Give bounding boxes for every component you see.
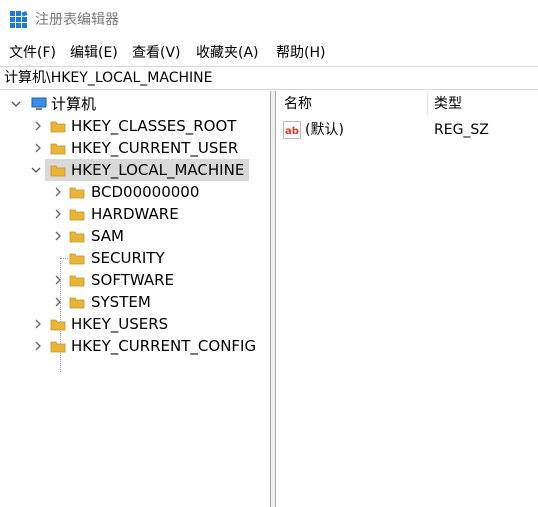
- value-type: REG_SZ: [434, 122, 489, 138]
- folder-icon: [50, 335, 66, 357]
- menu-favorites[interactable]: 收藏夹(A): [194, 43, 261, 63]
- tree-item-label: HKEY_CLASSES_ROOT: [71, 117, 237, 135]
- window-title: 注册表编辑器: [35, 12, 119, 28]
- menu-view[interactable]: 查看(V): [130, 43, 183, 63]
- folder-open-icon: [50, 159, 66, 181]
- tree-item-label: HARDWARE: [91, 205, 179, 223]
- tree-item-bcd00000000[interactable]: BCD00000000: [0, 181, 270, 203]
- svg-text:ab: ab: [285, 126, 299, 137]
- tree-item-label: 计算机: [51, 95, 97, 113]
- chevron-down-icon[interactable]: [30, 159, 42, 181]
- tree-item-label: BCD00000000: [91, 183, 200, 201]
- tree-item-hkey-classes-root[interactable]: HKEY_CLASSES_ROOT: [0, 115, 270, 137]
- tree-item-hkey-users[interactable]: HKEY_USERS: [0, 313, 270, 335]
- folder-icon: [50, 137, 66, 159]
- tree-item-hkey-current-user[interactable]: HKEY_CURRENT_USER: [0, 137, 270, 159]
- tree-item-computer[interactable]: 计算机: [0, 93, 270, 115]
- tree-item-hkey-local-machine[interactable]: HKEY_LOCAL_MACHINE: [0, 159, 270, 181]
- tree-item-security[interactable]: SECURITY: [0, 247, 270, 269]
- menu-bar: 文件(F) 编辑(E) 查看(V) 收藏夹(A) 帮助(H): [0, 40, 538, 66]
- folder-icon: [69, 181, 85, 203]
- tree-item-hardware[interactable]: HARDWARE: [0, 203, 270, 225]
- folder-icon: [50, 115, 66, 137]
- tree-item-label: SOFTWARE: [91, 271, 175, 289]
- tree-item-label: SAM: [91, 227, 125, 245]
- address-bar[interactable]: 计算机\HKEY_LOCAL_MACHINE: [0, 66, 538, 90]
- column-separator[interactable]: [427, 93, 428, 115]
- string-value-icon: ab: [283, 121, 301, 139]
- values-pane[interactable]: 名称 类型 ab (默认) REG_SZ: [276, 91, 538, 507]
- tree-item-label: SYSTEM: [91, 293, 151, 311]
- folder-icon: [69, 203, 85, 225]
- chevron-right-icon[interactable]: [52, 225, 64, 247]
- tree-item-hkey-current-config[interactable]: HKEY_CURRENT_CONFIG: [0, 335, 270, 357]
- value-row[interactable]: ab (默认) REG_SZ: [276, 119, 538, 141]
- folder-icon: [69, 291, 85, 313]
- chevron-right-icon[interactable]: [52, 203, 64, 225]
- chevron-right-icon[interactable]: [52, 269, 64, 291]
- folder-icon: [69, 247, 85, 269]
- tree-pane[interactable]: 计算机 HKEY_CLASSES_ROOT HKEY_CURRENT_USER …: [0, 91, 271, 507]
- chevron-right-icon[interactable]: [32, 115, 44, 137]
- tree-item-label: SECURITY: [91, 249, 165, 267]
- tree-item-label: HKEY_USERS: [71, 315, 169, 333]
- tree-item-label: HKEY_LOCAL_MACHINE: [71, 161, 245, 179]
- folder-icon: [50, 313, 66, 335]
- chevron-right-icon[interactable]: [52, 291, 64, 313]
- chevron-right-icon[interactable]: [32, 335, 44, 357]
- value-name: (默认): [305, 122, 344, 138]
- chevron-right-icon[interactable]: [32, 137, 44, 159]
- tree-item-label: HKEY_CURRENT_USER: [71, 139, 239, 157]
- menu-file[interactable]: 文件(F): [7, 43, 58, 63]
- column-header-name[interactable]: 名称: [284, 91, 312, 117]
- tree-item-sam[interactable]: SAM: [0, 225, 270, 247]
- menu-help[interactable]: 帮助(H): [274, 43, 327, 63]
- address-path[interactable]: 计算机\HKEY_LOCAL_MACHINE: [4, 69, 212, 87]
- computer-icon: [31, 93, 47, 115]
- tree-item-software[interactable]: SOFTWARE: [0, 269, 270, 291]
- tree-item-label: HKEY_CURRENT_CONFIG: [71, 337, 257, 355]
- column-header-type[interactable]: 类型: [434, 91, 462, 117]
- chevron-right-icon[interactable]: [52, 181, 64, 203]
- tree-item-system[interactable]: SYSTEM: [0, 291, 270, 313]
- folder-icon: [69, 225, 85, 247]
- folder-icon: [69, 269, 85, 291]
- title-bar: 注册表编辑器: [0, 0, 538, 40]
- chevron-right-icon[interactable]: [32, 313, 44, 335]
- menu-edit[interactable]: 编辑(E): [68, 43, 120, 63]
- chevron-down-icon[interactable]: [10, 93, 22, 115]
- regedit-app-icon: [10, 11, 28, 29]
